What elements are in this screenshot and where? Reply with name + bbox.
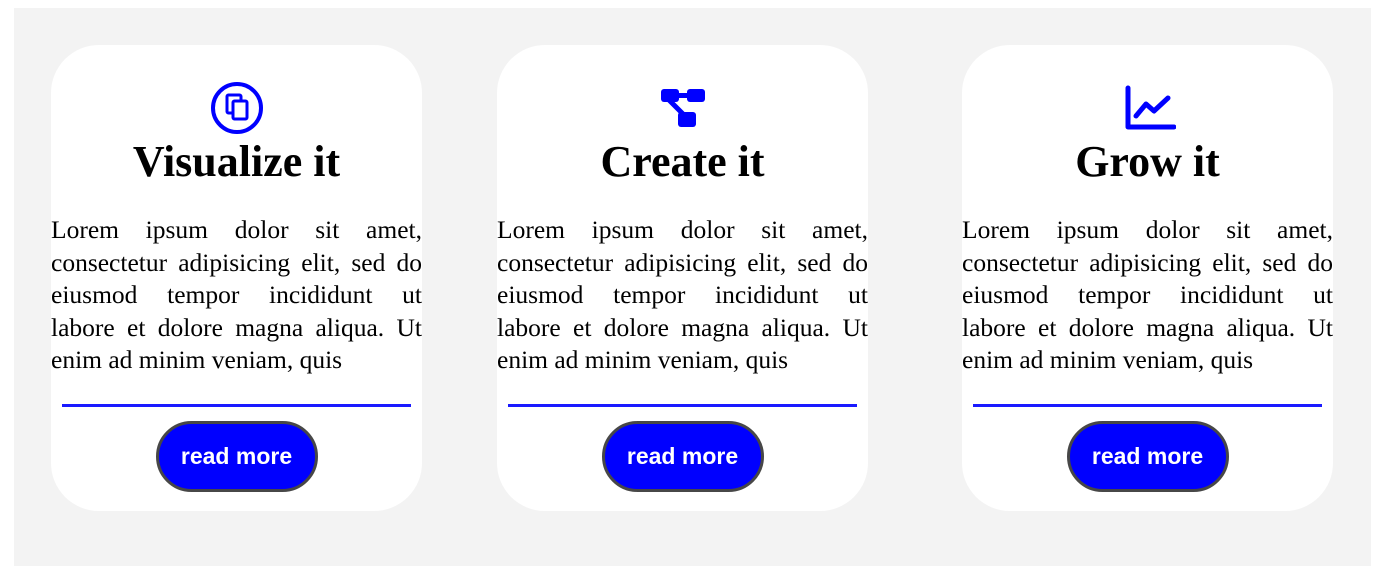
card-description: Lorem ipsum dolor sit amet, consectetur …: [962, 215, 1333, 374]
card-divider: [508, 404, 857, 407]
card-title: Grow it: [1075, 137, 1220, 186]
card-divider: [62, 404, 411, 407]
read-more-button[interactable]: read more: [155, 421, 318, 492]
card-create: Create it Lorem ipsum dolor sit amet, co…: [497, 45, 868, 511]
copy-icon: [209, 80, 265, 136]
card-title: Visualize it: [132, 137, 341, 186]
card-description: Lorem ipsum dolor sit amet, consectetur …: [497, 215, 868, 374]
cards-section: Visualize it Lorem ipsum dolor sit amet,…: [14, 8, 1371, 566]
line-chart-icon: [1120, 80, 1176, 136]
card-divider: [973, 404, 1322, 407]
card-description: Lorem ipsum dolor sit amet, consectetur …: [51, 215, 422, 374]
card-grow: Grow it Lorem ipsum dolor sit amet, cons…: [962, 45, 1333, 511]
card-title: Create it: [600, 137, 765, 186]
read-more-button[interactable]: read more: [601, 421, 764, 492]
read-more-button[interactable]: read more: [1066, 421, 1229, 492]
card-visualize: Visualize it Lorem ipsum dolor sit amet,…: [51, 45, 422, 511]
sitemap-icon: [655, 80, 711, 136]
